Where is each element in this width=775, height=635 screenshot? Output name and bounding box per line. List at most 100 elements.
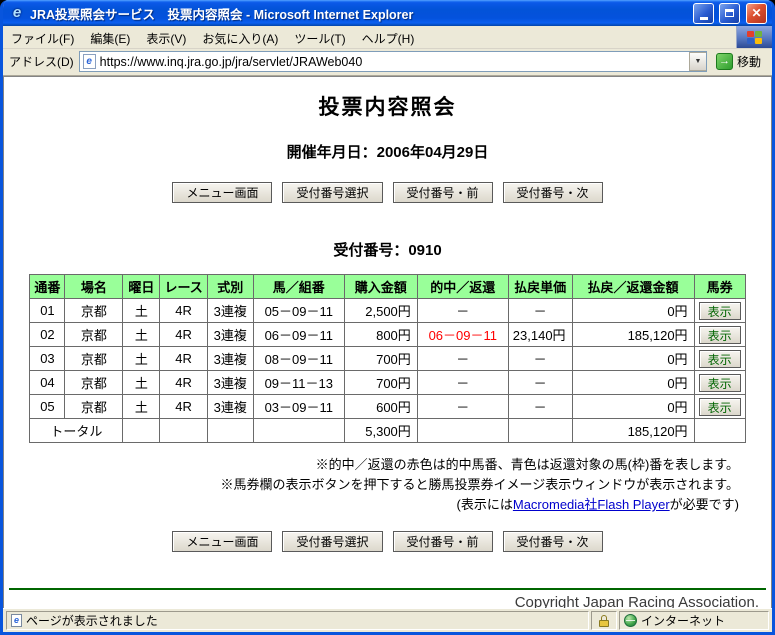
show-ticket-button[interactable]: 表示	[698, 349, 741, 368]
document-icon: e	[11, 614, 22, 627]
menu-view[interactable]: 表示(V)	[138, 26, 194, 48]
menu-screen-button-bottom[interactable]: メニュー画面	[172, 531, 273, 553]
minimize-icon	[699, 16, 708, 20]
menu-tools[interactable]: ツール(T)	[286, 26, 353, 48]
column-header: 的中／返還	[416, 274, 509, 299]
address-bar: アドレス(D) e https://www.inq.jra.go.jp/jra/…	[3, 49, 772, 76]
table-cell: 700円	[343, 346, 418, 371]
column-header: 払戻／返還金額	[571, 274, 695, 299]
receipt-next-button-bottom[interactable]: 受付番号・次	[502, 531, 603, 553]
minimize-button[interactable]	[693, 2, 714, 24]
table-cell: 03	[29, 346, 66, 371]
table-cell: 05－09－11	[252, 298, 345, 323]
close-button[interactable]: ✕	[746, 2, 767, 24]
show-ticket-button[interactable]: 表示	[698, 301, 741, 320]
receipt-select-button-bottom[interactable]: 受付番号選択	[282, 531, 383, 553]
show-ticket-button[interactable]: 表示	[698, 397, 741, 416]
table-cell: 4R	[159, 370, 208, 395]
receipt-next-button[interactable]: 受付番号・次	[502, 182, 603, 203]
column-header: 式別	[206, 274, 254, 299]
table-cell: 京都	[64, 394, 124, 419]
table-cell: 京都	[64, 346, 124, 371]
menu-bar: ファイル(F) 編集(E) 表示(V) お気に入り(A) ツール(T) ヘルプ(…	[3, 26, 772, 49]
table-row: 05 京都土 4R 3連複 03－09－11 600円－－ 0円 表示	[29, 394, 746, 419]
show-ticket-button[interactable]: 表示	[698, 373, 741, 392]
table-cell: 土	[122, 322, 161, 347]
table-cell: 185,120円	[571, 322, 695, 347]
menu-file[interactable]: ファイル(F)	[3, 26, 82, 48]
ticket-cell: 表示	[693, 298, 746, 323]
receipt-prev-button[interactable]: 受付番号・前	[392, 182, 493, 203]
page-icon: e	[82, 54, 96, 69]
status-text: ページが表示されました	[26, 614, 158, 628]
table-cell: 600円	[343, 394, 418, 419]
ticket-cell: 表示	[693, 322, 746, 347]
lock-icon	[599, 614, 609, 627]
receipt-select-button[interactable]: 受付番号選択	[282, 182, 383, 203]
event-date: 開催年月日：2006年04月29日	[286, 144, 489, 161]
table-cell: 2,500円	[343, 298, 418, 323]
table-cell: 800円	[343, 322, 418, 347]
divider	[9, 588, 766, 591]
total-row: トータル 5,300円 185,120円	[29, 418, 746, 443]
maximize-icon	[725, 9, 734, 17]
total-label: トータル	[29, 418, 124, 443]
zone-label: インターネット	[641, 614, 726, 628]
menu-edit[interactable]: 編集(E)	[82, 26, 138, 48]
table-cell: 3連複	[206, 394, 254, 419]
address-dropdown-button[interactable]: ▼	[688, 52, 706, 71]
status-message-pane: e ページが表示されました	[6, 611, 589, 630]
windows-flag-icon	[747, 30, 762, 44]
table-cell: 700円	[343, 370, 418, 395]
zone-pane: インターネット	[619, 611, 769, 630]
total-amount: 5,300円	[343, 418, 418, 443]
table-cell: 06－09－11	[252, 322, 345, 347]
table-cell: 4R	[159, 298, 208, 323]
note-line-3: (表示にはMacromedia社Flash Playerが必要です)	[4, 495, 739, 515]
table-cell: 08－09－11	[252, 346, 345, 371]
table-cell: 0円	[571, 370, 695, 395]
total-payout: 185,120円	[571, 418, 695, 443]
table-cell: 05	[29, 394, 66, 419]
address-url: https://www.inq.jra.go.jp/jra/servlet/JR…	[99, 54, 363, 69]
table-cell: 4R	[159, 322, 208, 347]
note-line-3-suffix: が必要です)	[669, 497, 739, 513]
note-line-3-prefix: (表示には	[456, 497, 513, 513]
go-button[interactable]: → 移動	[712, 50, 768, 73]
menu-favorites[interactable]: お気に入り(A)	[194, 26, 286, 48]
table-cell: 土	[122, 298, 161, 323]
table-cell: －	[507, 394, 573, 419]
receipt-prev-button-bottom[interactable]: 受付番号・前	[392, 531, 493, 553]
column-header: 馬券	[693, 274, 746, 299]
menu-screen-button[interactable]: メニュー画面	[172, 182, 273, 203]
table-cell: －	[507, 370, 573, 395]
column-header: 場名	[64, 274, 124, 299]
column-header: 払戻単価	[507, 274, 573, 299]
flash-player-link[interactable]: Macromedia社Flash Player	[513, 497, 670, 512]
window-title: JRA投票照会サービス 投票内容照会 - Microsoft Internet …	[30, 7, 414, 22]
table-cell: 3連複	[206, 346, 254, 371]
bet-table: 通番 場名 曜日 レース 式別 馬／組番 購入金額 的中／返還 払戻単価 払戻／返還金額 馬券 01…	[29, 274, 746, 443]
nav-button-row-bottom: メニュー画面 受付番号選択 受付番号・前 受付番号・次	[4, 531, 771, 553]
ticket-cell: 表示	[693, 394, 746, 419]
table-cell: 0円	[571, 394, 695, 419]
table-cell: －	[507, 298, 573, 323]
table-cell: 3連複	[206, 370, 254, 395]
column-header: 曜日	[122, 274, 161, 299]
table-row: 01 京都土 4R 3連複 05－09－11 2,500円－－ 0円 表示	[29, 298, 746, 323]
go-arrow-icon: →	[715, 53, 733, 70]
column-header: 購入金額	[343, 274, 418, 299]
menu-help[interactable]: ヘルプ(H)	[354, 26, 423, 48]
maximize-button[interactable]	[719, 2, 740, 24]
address-input[interactable]: e https://www.inq.jra.go.jp/jra/servlet/…	[78, 51, 707, 72]
copyright: Copyright Japan Racing Association.	[514, 594, 759, 608]
receipt-number: 受付番号：0910	[333, 242, 442, 259]
table-cell: 03－09－11	[252, 394, 345, 419]
table-cell: 0円	[571, 346, 695, 371]
table-cell: －	[507, 346, 573, 371]
table-cell: 06－09－11	[416, 322, 509, 347]
notes: ※的中／返還の赤色は的中馬番、青色は返還対象の馬(枠)番を表します。 ※馬券欄の…	[4, 455, 739, 515]
table-cell: 04	[29, 370, 66, 395]
address-label: アドレス(D)	[9, 55, 74, 69]
show-ticket-button[interactable]: 表示	[698, 325, 741, 344]
